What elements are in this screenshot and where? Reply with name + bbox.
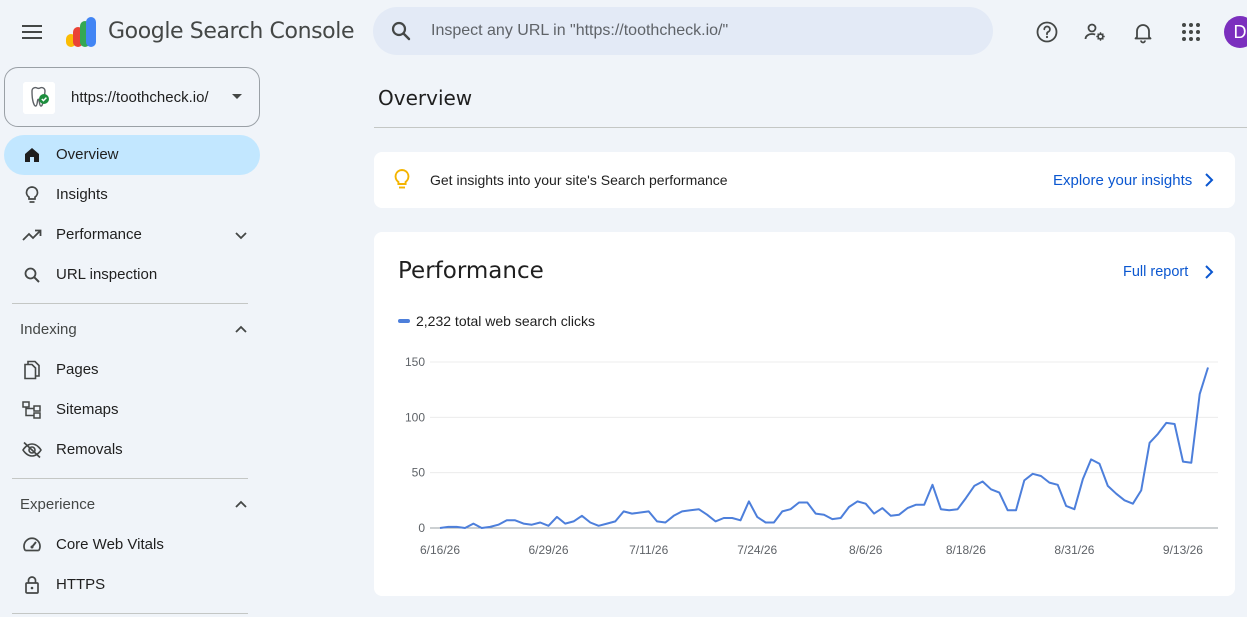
home-icon [25,148,39,162]
account-avatar[interactable]: D [1224,16,1247,48]
sidebar-item-insights[interactable]: Insights [4,175,260,215]
sitemap-icon [22,401,41,419]
product-name: Google Search Console [108,19,355,44]
title-divider [374,127,1247,128]
sidebar-divider [12,613,248,614]
chart-legend[interactable]: 2,232 total web search clicks [398,312,595,330]
notifications-button[interactable] [1123,12,1163,52]
sidebar-item-label: Core Web Vitals [56,536,164,553]
sidebar-item-label: Overview [56,146,119,163]
top-app-bar: Google Search Console D [0,0,1247,64]
sidebar-item-https[interactable]: HTTPS [4,565,260,605]
sidebar-divider [12,478,248,479]
clicks-line-chart[interactable]: 0 50 100 150 6/16/26 6/29/26 7/11/26 7/24/26 8/6… [374,342,1235,567]
lock-icon [25,576,39,594]
chevron-up-icon [235,500,247,508]
menu-icon [22,25,42,39]
page-title: Overview [378,86,473,110]
sidebar-item-label: Pages [56,361,99,378]
help-button[interactable] [1027,12,1067,52]
site-favicon-icon [23,82,55,114]
lightbulb-icon [25,186,39,203]
search-icon [24,267,40,283]
search-console-logo [66,17,96,47]
sidebar-divider [12,303,248,304]
speed-icon [23,537,41,552]
full-report-link[interactable]: Full report [1123,264,1188,280]
chevron-right-icon[interactable] [1202,171,1216,189]
manage-users-icon [1084,23,1105,41]
sidebar-item-url-inspection[interactable]: URL inspection [4,255,260,295]
y-tick-label: 150 [405,355,425,369]
manage-users-button[interactable] [1075,12,1115,52]
sidebar-item-label: Performance [56,226,142,243]
lightbulb-icon [394,169,410,189]
sidebar-item-pages[interactable]: Pages [4,350,260,390]
sidebar-item-label: Sitemaps [56,401,119,418]
visibility-off-icon [22,441,42,459]
chevron-right-icon[interactable] [1202,263,1216,281]
search-input[interactable] [431,7,971,55]
sidebar-item-overview[interactable]: Overview [4,135,260,175]
x-tick-label: 6/29/26 [528,543,568,557]
sidebar-item-label: Removals [56,441,123,458]
insights-card: Get insights into your site's Search per… [374,152,1235,208]
search-icon [391,21,411,41]
x-tick-label: 8/6/26 [849,543,883,557]
x-tick-label: 6/16/26 [420,543,460,557]
performance-title: Performance [398,258,544,284]
main-menu-button[interactable] [12,12,52,52]
property-url: https://toothcheck.io/ [71,89,209,106]
y-tick-label: 50 [412,466,426,480]
sidebar-item-label: Insights [56,186,108,203]
sidebar-item-removals[interactable]: Removals [4,430,260,470]
sidebar-item-label: HTTPS [56,576,106,593]
help-icon [1036,21,1058,43]
section-header-indexing[interactable]: Indexing [4,310,260,350]
section-header-experience[interactable]: Experience [4,485,260,525]
section-title: Experience [20,496,96,513]
series-line[interactable] [439,367,1209,529]
dropdown-caret-icon [232,94,242,99]
y-tick-label: 0 [418,521,425,535]
performance-card: Performance Full report 2,232 total web … [374,232,1235,596]
property-selector[interactable]: https://toothcheck.io/ [4,67,260,127]
chevron-up-icon [235,325,247,333]
pages-icon [24,360,40,380]
url-inspection-search[interactable] [373,7,993,55]
section-title: Indexing [20,321,77,338]
notifications-icon [1134,24,1152,44]
x-tick-label: 8/31/26 [1054,543,1094,557]
trending-up-icon [22,229,42,241]
y-tick-label: 100 [405,410,425,424]
x-tick-label: 7/11/26 [629,543,668,557]
apps-icon [1182,23,1200,41]
sidebar-item-sitemaps[interactable]: Sitemaps [4,390,260,430]
insights-text: Get insights into your site's Search per… [430,172,728,188]
legend-swatch [398,319,410,323]
google-apps-button[interactable] [1171,12,1211,52]
sidebar-item-label: URL inspection [56,266,158,283]
legend-label: 2,232 total web search clicks [416,313,595,329]
x-tick-label: 7/24/26 [737,543,777,557]
x-tick-label: 8/18/26 [946,543,986,557]
explore-insights-link[interactable]: Explore your insights [1053,172,1192,189]
sidebar-item-performance[interactable]: Performance [4,215,260,255]
chevron-down-icon [235,232,247,240]
x-tick-label: 9/13/26 [1163,543,1203,557]
sidebar-item-core-web-vitals[interactable]: Core Web Vitals [4,525,260,565]
